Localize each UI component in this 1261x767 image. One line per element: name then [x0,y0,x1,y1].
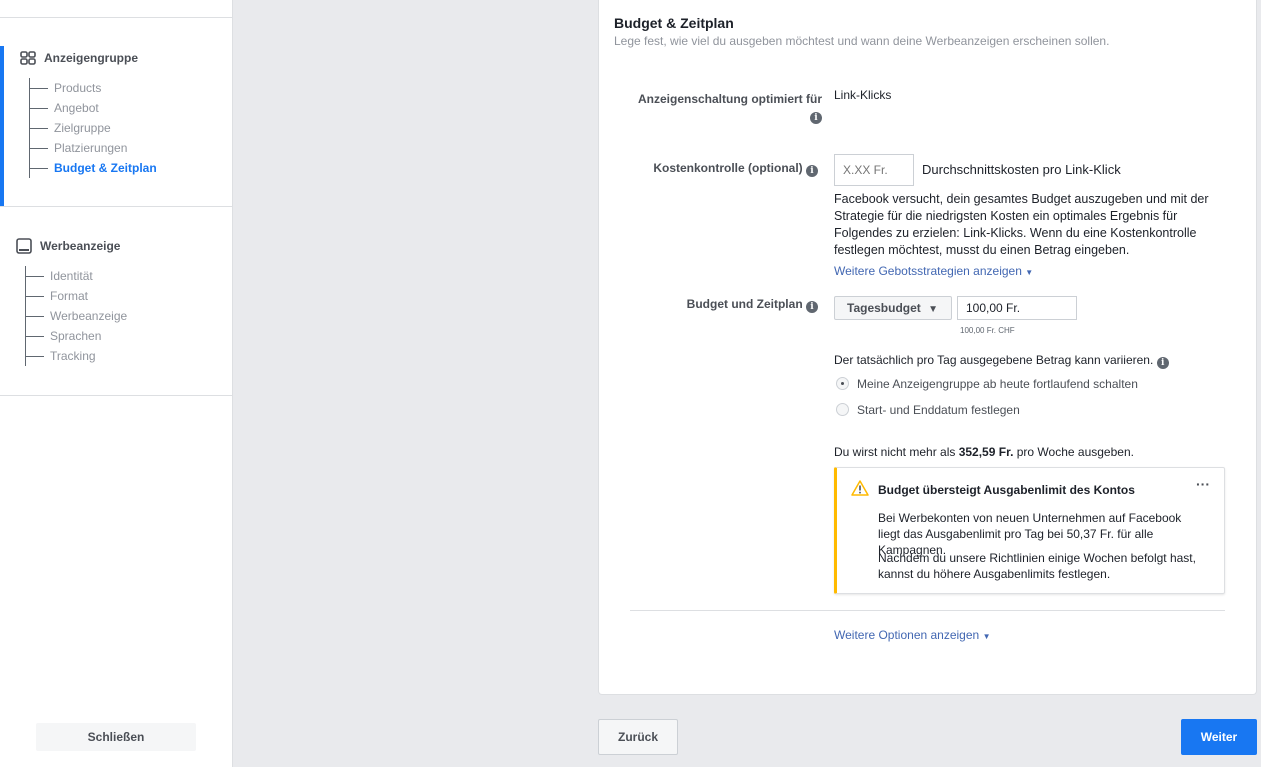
weekly-amount: 352,59 Fr. [958,445,1014,459]
radio-button-selected[interactable] [836,377,849,390]
caret-down-icon: ▼ [982,632,991,641]
radio-start-end-label: Start- und Enddatum festlegen [857,403,1020,417]
optimize-value: Link-Klicks [834,88,892,102]
weekly-pre: Du wirst nicht mehr als [834,445,959,459]
sidebar-header-label: Anzeigengruppe [44,51,139,65]
radio-continuous-label: Meine Anzeigengruppe ab heute fortlaufen… [857,377,1138,391]
budget-amount-note: 100,00 Fr. CHF [960,326,1015,335]
radio-button[interactable] [836,403,849,416]
sidebar-section-ad-set: Anzeigengruppe Products Angebot Zielgrup… [0,17,232,207]
variance-text: Der tatsächlich pro Tag ausgegebene Betr… [834,353,1154,367]
cost-label-text: Kostenkontrolle (optional) [653,161,803,175]
caret-down-icon: ▼ [928,304,939,315]
caret-down-icon: ▼ [1025,268,1034,277]
optimize-label: Anzeigenschaltung optimiert für i [622,91,822,124]
more-bid-strategies-label: Weitere Gebotsstrategien anzeigen [834,264,1022,278]
cost-suffix: Durchschnittskosten pro Link-Klick [922,162,1121,177]
budget-type-dropdown[interactable]: Tagesbudget ▼ [834,296,952,320]
radio-start-end[interactable]: Start- und Enddatum festlegen [836,403,1020,417]
optimize-label-text: Anzeigenschaltung optimiert für [637,92,822,106]
sidebar-header-label: Werbeanzeige [40,239,121,253]
grid-icon [20,51,36,65]
more-bid-strategies-link[interactable]: Weitere Gebotsstrategien anzeigen ▼ [834,264,1033,278]
cost-label: Kostenkontrolle (optional) i [618,161,818,177]
divider [630,610,1225,611]
page-subtitle: Lege fest, wie viel du ausgeben möchtest… [614,34,1110,48]
sidebar-item-werbeanzeige[interactable]: Werbeanzeige [26,306,127,326]
sidebar-item-angebot[interactable]: Angebot [30,98,157,118]
more-options-link[interactable]: Weitere Optionen anzeigen ▼ [834,628,990,642]
page-title: Budget & Zeitplan [614,15,734,31]
sidebar-header-ad[interactable]: Werbeanzeige [16,238,120,254]
sidebar-item-budget-zeitplan[interactable]: Budget & Zeitplan [30,158,157,178]
warning-title: Budget übersteigt Ausgabenlimit des Kont… [878,483,1135,497]
sidebar-item-products[interactable]: Products [30,78,157,98]
cost-description: Facebook versucht, dein gesamtes Budget … [834,192,1209,257]
more-options-label: Weitere Optionen anzeigen [834,628,980,642]
info-icon[interactable]: i [806,165,818,177]
sidebar-item-format[interactable]: Format [26,286,127,306]
warning-icon [851,480,869,496]
sidebar-header-ad-set[interactable]: Anzeigengruppe [20,51,138,65]
sidebar-tree: Products Angebot Zielgruppe Platzierunge… [29,78,157,178]
budget-label: Budget und Zeitplan i [618,297,818,313]
variance-note: Der tatsächlich pro Tag ausgegebene Betr… [834,353,1169,369]
spending-limit-warning: Budget übersteigt Ausgabenlimit des Kont… [834,467,1225,594]
next-button[interactable]: Weiter [1181,719,1257,755]
sidebar-tree: Identität Format Werbeanzeige Sprachen T… [25,266,127,366]
sidebar-item-sprachen[interactable]: Sprachen [26,326,127,346]
close-button[interactable]: Schließen [36,723,196,751]
more-options-icon[interactable]: ··· [1196,476,1210,492]
weekly-limit-text: Du wirst nicht mehr als 352,59 Fr. pro W… [834,445,1134,459]
info-icon[interactable]: i [1156,357,1169,369]
cost-input[interactable] [834,154,914,186]
weekly-post: pro Woche ausgeben. [1013,445,1134,459]
warning-paragraph-2: Nachdem du unsere Richtlinien einige Woc… [878,551,1196,581]
sidebar-section-ad: Werbeanzeige Identität Format Werbeanzei… [0,207,232,396]
radio-continuous[interactable]: Meine Anzeigengruppe ab heute fortlaufen… [836,377,1138,391]
sidebar-item-platzierungen[interactable]: Platzierungen [30,138,157,158]
sidebar: Anzeigengruppe Products Angebot Zielgrup… [0,0,233,767]
back-button[interactable]: Zurück [598,719,678,755]
budget-type-label: Tagesbudget [847,301,921,315]
sidebar-item-tracking[interactable]: Tracking [26,346,127,366]
sidebar-item-zielgruppe[interactable]: Zielgruppe [30,118,157,138]
budget-amount-input[interactable] [957,296,1077,320]
info-icon[interactable]: i [810,112,822,124]
ad-preview-icon [16,238,32,254]
sidebar-item-identitaet[interactable]: Identität [26,266,127,286]
info-icon[interactable]: i [806,301,818,313]
budget-label-text: Budget und Zeitplan [686,297,803,311]
